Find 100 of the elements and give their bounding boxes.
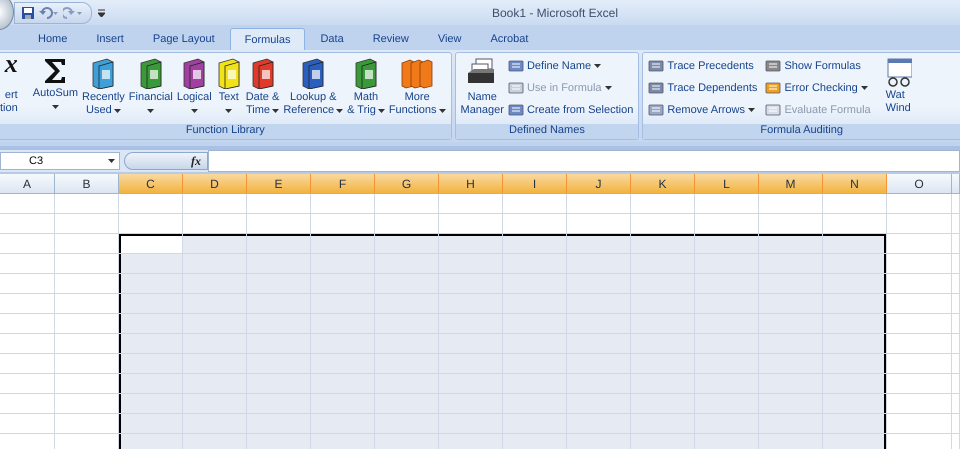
selected-cell[interactable] (119, 314, 183, 334)
selected-cell[interactable] (503, 234, 567, 254)
selected-cell[interactable] (759, 234, 823, 254)
ribbon-tab[interactable]: Home (24, 28, 82, 50)
cell[interactable] (311, 194, 375, 214)
ribbon-command[interactable]: Show Formulas (763, 56, 873, 76)
name-box[interactable]: C3 (0, 152, 120, 170)
cell[interactable] (55, 374, 119, 394)
selected-cell[interactable] (823, 374, 887, 394)
selected-cell[interactable] (183, 234, 247, 254)
column-header[interactable]: G (375, 174, 439, 194)
cell[interactable] (952, 394, 960, 414)
function-button[interactable]: Recently Used (80, 55, 127, 119)
cell[interactable] (952, 334, 960, 354)
ribbon-tab[interactable]: Data (306, 28, 358, 50)
cell[interactable] (0, 374, 55, 394)
column-header[interactable]: E (247, 174, 311, 194)
selected-cell[interactable] (119, 414, 183, 434)
column-header[interactable]: D (183, 174, 247, 194)
cell[interactable] (567, 214, 631, 234)
cell[interactable] (887, 254, 952, 274)
insert-function-button[interactable]: fx (124, 152, 208, 170)
selected-cell[interactable] (631, 234, 695, 254)
cell[interactable] (695, 214, 759, 234)
selected-cell[interactable] (119, 394, 183, 414)
insert-function-button[interactable]: x ert tion (0, 55, 22, 117)
column-header[interactable]: C (119, 174, 183, 194)
column-header[interactable]: H (439, 174, 503, 194)
cell[interactable] (887, 374, 952, 394)
ribbon-command[interactable]: Trace Precedents (646, 56, 760, 76)
ribbon-command[interactable]: Error Checking (763, 78, 873, 98)
cell[interactable] (952, 354, 960, 374)
cell[interactable] (55, 354, 119, 374)
cell[interactable] (55, 334, 119, 354)
cell[interactable] (503, 194, 567, 214)
cell[interactable] (823, 194, 887, 214)
cell[interactable] (759, 194, 823, 214)
cell[interactable] (952, 374, 960, 394)
cell[interactable] (952, 254, 960, 274)
cell[interactable] (631, 194, 695, 214)
cell[interactable] (759, 214, 823, 234)
ribbon-command[interactable]: Trace Dependents (646, 78, 760, 98)
column-header[interactable]: K (631, 174, 695, 194)
selected-cell[interactable] (823, 394, 887, 414)
cell[interactable] (55, 414, 119, 434)
cell[interactable] (0, 394, 55, 414)
function-button[interactable]: Lookup & Reference (281, 55, 346, 119)
selected-cell[interactable] (823, 354, 887, 374)
cell[interactable] (183, 194, 247, 214)
selected-cell[interactable] (823, 254, 887, 274)
column-header[interactable]: N (823, 174, 887, 194)
selected-cell[interactable] (823, 294, 887, 314)
cell[interactable] (0, 234, 55, 254)
cell[interactable] (887, 234, 952, 254)
selected-cell[interactable] (823, 234, 887, 254)
selected-cell[interactable] (695, 234, 759, 254)
cell[interactable] (439, 194, 503, 214)
cell[interactable] (0, 354, 55, 374)
cell[interactable] (55, 214, 119, 234)
cell[interactable] (631, 214, 695, 234)
selected-cell[interactable] (439, 234, 503, 254)
cell[interactable] (952, 274, 960, 294)
cell[interactable] (695, 194, 759, 214)
ribbon-tab[interactable]: Formulas (230, 28, 306, 50)
selected-cell[interactable] (375, 234, 439, 254)
cell[interactable] (952, 234, 960, 254)
ribbon-tab[interactable]: View (424, 28, 476, 50)
ribbon-tab[interactable]: Insert (82, 28, 138, 50)
ribbon-tab[interactable]: Review (358, 28, 423, 50)
cell[interactable] (887, 294, 952, 314)
column-header[interactable]: F (311, 174, 375, 194)
save-icon[interactable] (21, 6, 35, 20)
cell[interactable] (887, 314, 952, 334)
selected-cell[interactable] (823, 314, 887, 334)
cell[interactable] (567, 194, 631, 214)
ribbon-tab[interactable]: Page Layout (138, 28, 229, 50)
cell[interactable] (503, 214, 567, 234)
selected-cell[interactable] (823, 334, 887, 354)
cell[interactable] (0, 314, 55, 334)
cell[interactable] (55, 254, 119, 274)
cell[interactable] (439, 214, 503, 234)
cell[interactable] (887, 394, 952, 414)
ribbon-command[interactable]: Remove Arrows (646, 100, 760, 120)
redo-icon[interactable] (63, 6, 83, 18)
function-button[interactable]: Math & Trig (345, 55, 387, 119)
column-header[interactable]: M (759, 174, 823, 194)
ribbon-command[interactable]: Create from Selection (506, 100, 636, 120)
column-header[interactable] (952, 174, 960, 194)
cell[interactable] (55, 274, 119, 294)
cell[interactable] (887, 274, 952, 294)
cell[interactable] (375, 214, 439, 234)
column-header[interactable]: A (0, 174, 55, 194)
cell[interactable] (952, 194, 960, 214)
selected-cell[interactable] (311, 234, 375, 254)
column-header[interactable]: B (55, 174, 119, 194)
selected-cell[interactable] (119, 294, 183, 314)
function-button[interactable]: Date & Time (244, 55, 282, 119)
watch-window-button[interactable]: Wat Wind (886, 55, 914, 117)
column-header[interactable]: I (503, 174, 567, 194)
selected-cell[interactable] (119, 234, 183, 254)
